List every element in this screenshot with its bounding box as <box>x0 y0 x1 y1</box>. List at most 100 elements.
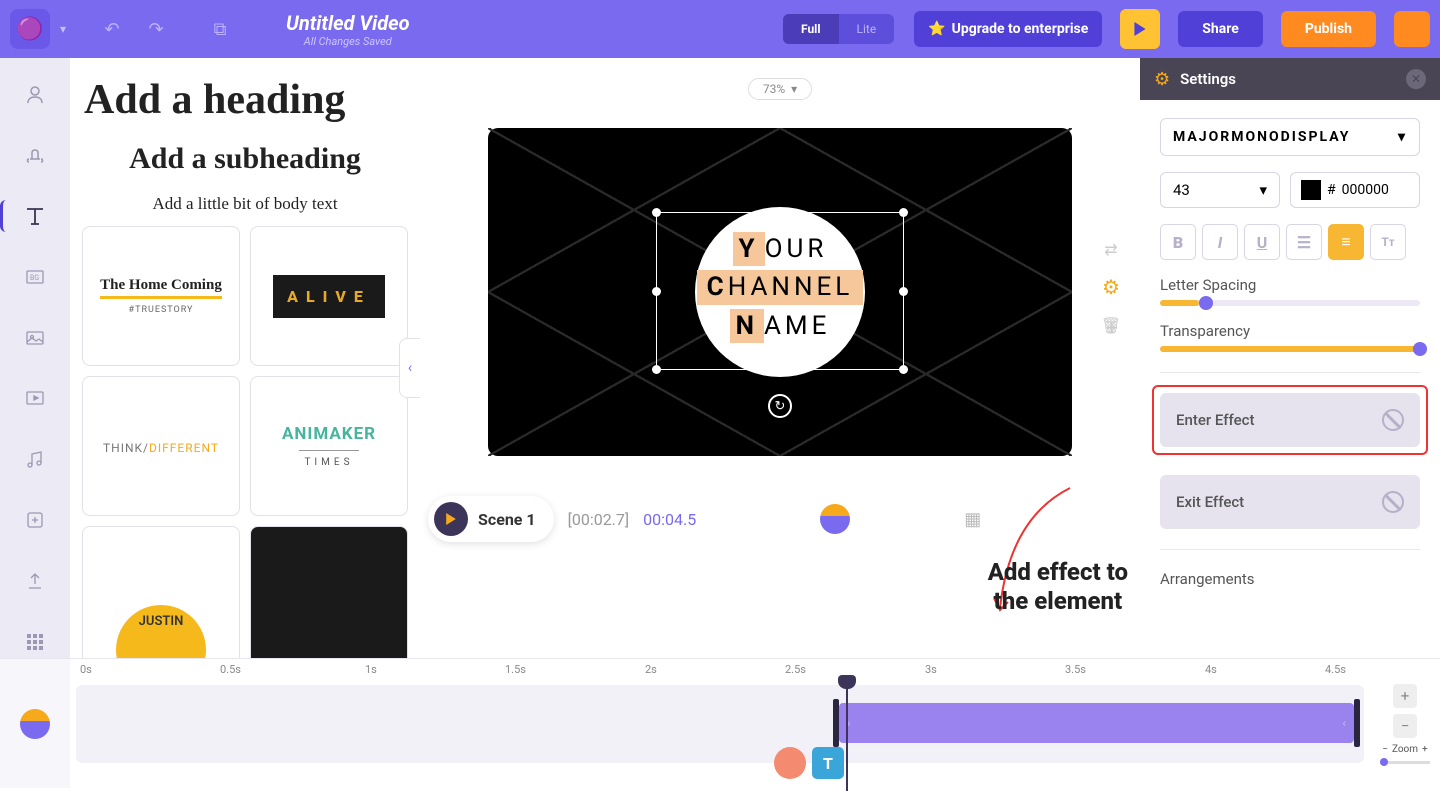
chevron-down-icon[interactable]: ▾ <box>60 22 66 36</box>
text-element-chip[interactable]: T <box>812 747 844 779</box>
list-button[interactable]: ☰ <box>1286 224 1322 260</box>
rotate-handle[interactable]: ↻ <box>768 394 792 418</box>
scene-pill[interactable]: Scene 1 <box>428 496 554 542</box>
resize-handle[interactable] <box>652 287 661 296</box>
collapse-panel-icon[interactable]: ‹ <box>399 338 420 398</box>
rail-bg-icon[interactable]: BG <box>18 260 52 293</box>
rail-text-icon[interactable] <box>0 200 70 233</box>
ruler-mark: 0s <box>80 663 92 676</box>
zoom-slider[interactable] <box>1380 761 1430 764</box>
time-total: 00:04.5 <box>643 510 696 529</box>
clip-edge-right[interactable] <box>1354 699 1360 747</box>
template-text: DIFFERENT <box>149 441 219 455</box>
timeline-body[interactable]: 0s 0.5s 1s 1.5s 2s 2.5s 3s 3.5s 4s 4.5s … <box>70 659 1370 788</box>
project-title[interactable]: Untitled Video <box>286 11 410 35</box>
zoom-label: −Zoom+ <box>1382 744 1427 755</box>
ruler-mark: 1s <box>365 663 377 676</box>
none-icon <box>1382 491 1404 513</box>
timeline-clip[interactable]: › ‹ <box>839 703 1354 743</box>
ruler-mark: 3.5s <box>1065 663 1086 676</box>
zoom-in-button[interactable]: + <box>1393 684 1417 708</box>
template-text: #TRUESTORY <box>129 305 194 315</box>
resize-handle[interactable] <box>652 365 661 374</box>
template-card[interactable]: THINK/DIFFERENT <box>82 376 240 516</box>
subheading-preset[interactable]: Add a subheading <box>82 142 408 194</box>
resize-handle[interactable] <box>899 208 908 217</box>
none-icon <box>1382 409 1404 431</box>
close-icon[interactable]: ✕ <box>1406 69 1426 89</box>
letter-spacing-label: Letter Spacing <box>1160 276 1420 294</box>
format-toolbar: B I U ☰ ≡ Tᴛ <box>1160 224 1420 260</box>
enter-effect-button[interactable]: Enter Effect <box>1160 393 1420 447</box>
transparency-slider[interactable] <box>1160 346 1420 352</box>
undo-icon[interactable]: ↶ <box>94 11 130 47</box>
zoom-out-button[interactable]: − <box>1393 714 1417 738</box>
rail-characters-icon[interactable] <box>18 78 52 111</box>
time-ruler: 0s 0.5s 1s 1.5s 2s 2.5s 3s 3.5s 4s 4.5s <box>70 659 1370 681</box>
mode-lite[interactable]: Lite <box>839 14 895 44</box>
font-select[interactable]: MAJORMONODISPLAY▾ <box>1160 118 1420 156</box>
svg-text:BG: BG <box>30 274 39 282</box>
align-center-button[interactable]: ≡ <box>1328 224 1364 260</box>
gear-icon[interactable]: ⚙ <box>1100 276 1122 298</box>
rail-apps-icon[interactable] <box>18 625 52 658</box>
arrangements-label: Arrangements <box>1160 570 1420 588</box>
template-card[interactable]: ANIMAKER TIMES <box>250 376 408 516</box>
track-avatar-icon[interactable] <box>20 709 50 739</box>
app-logo[interactable]: 🟣 <box>10 9 50 49</box>
font-size-select[interactable]: 43▾ <box>1160 172 1280 208</box>
redo-icon[interactable]: ↷ <box>138 11 174 47</box>
template-card[interactable]: JUSTIN <box>82 526 240 658</box>
camera-icon[interactable]: ▦ <box>964 509 981 530</box>
mode-full[interactable]: Full <box>783 14 839 44</box>
character-icon[interactable] <box>820 504 850 534</box>
canvas-stage[interactable]: YOUR CHANNEL NAME ↻ ⇄ ⚙ 🗑 <box>488 128 1072 456</box>
user-avatar[interactable] <box>1394 11 1430 47</box>
circle-element-chip[interactable] <box>774 747 806 779</box>
timeline-zoom: + − −Zoom+ <box>1370 659 1440 788</box>
chevron-down-icon: ▾ <box>791 82 797 96</box>
settings-panel: ⚙ Settings ✕ MAJORMONODISPLAY▾ 43▾ #0000… <box>1140 58 1440 658</box>
heading-preset[interactable]: Add a heading <box>82 72 408 142</box>
topbar: 🟣 ▾ ↶ ↷ ⧉ Untitled Video All Changes Sav… <box>0 0 1440 58</box>
template-text: JUSTIN <box>139 614 184 629</box>
rail-image-icon[interactable] <box>18 321 52 354</box>
preview-play-button[interactable] <box>1120 9 1160 49</box>
copy-icon[interactable]: ⧉ <box>202 11 238 47</box>
resize-handle[interactable] <box>652 208 661 217</box>
resize-handle[interactable] <box>899 365 908 374</box>
scene-bar: Scene 1 [00:02.7] 00:04.5 ▦ <box>428 496 981 542</box>
italic-button[interactable]: I <box>1202 224 1238 260</box>
zoom-indicator[interactable]: 73%▾ <box>748 78 812 100</box>
selection-box[interactable] <box>656 212 904 370</box>
playhead[interactable] <box>846 681 848 791</box>
template-card[interactable]: ALIVE <box>250 226 408 366</box>
chevron-down-icon: ▾ <box>1259 181 1267 199</box>
rail-video-icon[interactable] <box>18 382 52 415</box>
template-card[interactable] <box>250 526 408 658</box>
rail-upload-icon[interactable] <box>18 564 52 597</box>
template-text: ALIVE <box>273 275 385 318</box>
template-card[interactable]: The Home Coming #TRUESTORY <box>82 226 240 366</box>
resize-handle[interactable] <box>899 287 908 296</box>
text-library-panel: Add a heading Add a subheading Add a lit… <box>70 58 420 658</box>
swap-icon[interactable]: ⇄ <box>1100 238 1122 260</box>
letter-spacing-slider[interactable] <box>1160 300 1420 306</box>
clip-handle-right[interactable]: ‹ <box>1342 716 1346 730</box>
add-scene-button[interactable]: + <box>1106 316 1118 341</box>
text-transform-button[interactable]: Tᴛ <box>1370 224 1406 260</box>
rail-music-icon[interactable] <box>18 443 52 476</box>
color-input[interactable]: #000000 <box>1290 172 1420 208</box>
upgrade-button[interactable]: ⭐Upgrade to enterprise <box>914 11 1102 47</box>
publish-button[interactable]: Publish <box>1281 11 1376 47</box>
tracks[interactable]: › ‹ <box>76 685 1364 763</box>
scene-play-icon[interactable] <box>434 502 468 536</box>
share-button[interactable]: Share <box>1178 11 1263 47</box>
underline-button[interactable]: U <box>1244 224 1280 260</box>
settings-body: MAJORMONODISPLAY▾ 43▾ #000000 B I U ☰ ≡ … <box>1140 100 1440 606</box>
rail-props-icon[interactable] <box>18 139 52 172</box>
exit-effect-button[interactable]: Exit Effect <box>1160 475 1420 529</box>
rail-effects-icon[interactable] <box>18 504 52 537</box>
bold-button[interactable]: B <box>1160 224 1196 260</box>
body-preset[interactable]: Add a little bit of body text <box>82 194 408 226</box>
